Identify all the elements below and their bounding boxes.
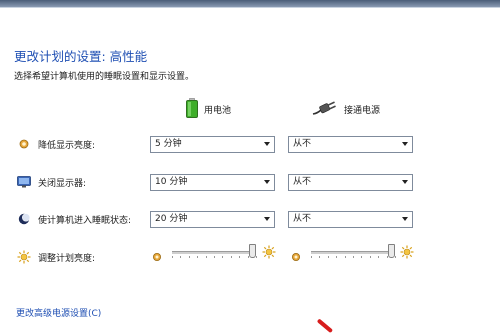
battery-icon — [186, 97, 198, 121]
setting-row-brightness: 调整计划亮度: — [16, 248, 95, 266]
slider-tick — [311, 256, 312, 258]
dim-display-plugged-select[interactable]: 从不 — [288, 136, 413, 153]
setting-row-sleep: 使计算机进入睡眠状态: — [16, 210, 131, 228]
battery-column-label: 用电池 — [204, 105, 232, 116]
slider-thumb[interactable] — [248, 244, 256, 258]
slider-track — [172, 251, 256, 254]
select-value: 5 分钟 — [155, 139, 182, 149]
title-bar-divider — [0, 7, 500, 8]
brightness-battery-slider[interactable] — [172, 244, 257, 260]
slider-tick — [248, 256, 249, 258]
brightness-sun-icon — [16, 249, 32, 265]
advanced-power-settings-link[interactable]: 更改高级电源设置(C) — [16, 306, 101, 319]
chevron-down-icon — [264, 217, 270, 221]
setting-row-turn-off-display: 关闭显示器: — [16, 173, 86, 191]
setting-label: 降低显示亮度: — [38, 140, 96, 151]
brightness-low-icon — [152, 247, 162, 266]
battery-column-header: 用电池 — [186, 97, 232, 121]
setting-label: 调整计划亮度: — [38, 253, 96, 264]
red-annotation-mark — [316, 318, 334, 333]
slider-tick — [172, 256, 173, 258]
chevron-down-icon — [402, 180, 408, 184]
sleep-plugged-select[interactable]: 从不 — [288, 211, 413, 228]
slider-tick — [336, 256, 337, 258]
dim-brightness-icon — [16, 136, 32, 152]
turn-off-display-plugged-select[interactable]: 从不 — [288, 174, 413, 191]
slider-tick — [231, 256, 232, 258]
select-value: 20 分钟 — [155, 214, 188, 224]
slider-tick — [180, 256, 181, 258]
chevron-down-icon — [402, 142, 408, 146]
slider-tick — [206, 256, 207, 258]
brightness-low-icon — [291, 247, 301, 266]
power-plug-icon — [312, 100, 338, 119]
window-title-bar — [0, 0, 500, 7]
slider-tick — [353, 256, 354, 258]
page-subtitle: 选择希望计算机使用的睡眠设置和显示设置。 — [14, 72, 195, 82]
plugged-column-header: 接通电源 — [312, 98, 380, 120]
slider-tick — [197, 256, 198, 258]
setting-label: 使计算机进入睡眠状态: — [38, 215, 132, 226]
brightness-plugged-slider[interactable] — [311, 244, 396, 260]
chevron-down-icon — [264, 142, 270, 146]
slider-tick — [222, 256, 223, 258]
slider-track — [311, 251, 395, 254]
slider-tick — [345, 256, 346, 258]
page-title: 更改计划的设置: 高性能 — [14, 49, 148, 64]
sleep-moon-icon — [16, 211, 32, 227]
slider-tick — [328, 256, 329, 258]
slider-tick — [214, 256, 215, 258]
select-value: 从不 — [293, 139, 312, 149]
brightness-high-icon — [400, 244, 414, 263]
plugged-column-label: 接通电源 — [344, 105, 381, 116]
monitor-icon — [16, 174, 32, 190]
slider-tick — [378, 256, 379, 258]
slider-tick — [239, 256, 240, 258]
setting-label: 关闭显示器: — [38, 178, 87, 189]
slider-tick — [395, 256, 396, 258]
select-value: 从不 — [293, 214, 312, 224]
chevron-down-icon — [402, 217, 408, 221]
slider-thumb[interactable] — [387, 244, 395, 258]
slider-tick — [189, 256, 190, 258]
chevron-down-icon — [264, 180, 270, 184]
sleep-battery-select[interactable]: 20 分钟 — [150, 211, 275, 228]
select-value: 从不 — [293, 177, 312, 187]
slider-tick — [387, 256, 388, 258]
slider-tick — [361, 256, 362, 258]
setting-row-dim-display: 降低显示亮度: — [16, 135, 95, 153]
turn-off-display-battery-select[interactable]: 10 分钟 — [150, 174, 275, 191]
slider-tick — [256, 256, 257, 258]
select-value: 10 分钟 — [155, 177, 188, 187]
slider-tick — [319, 256, 320, 258]
brightness-high-icon — [262, 244, 276, 263]
slider-tick — [370, 256, 371, 258]
dim-display-battery-select[interactable]: 5 分钟 — [150, 136, 275, 153]
